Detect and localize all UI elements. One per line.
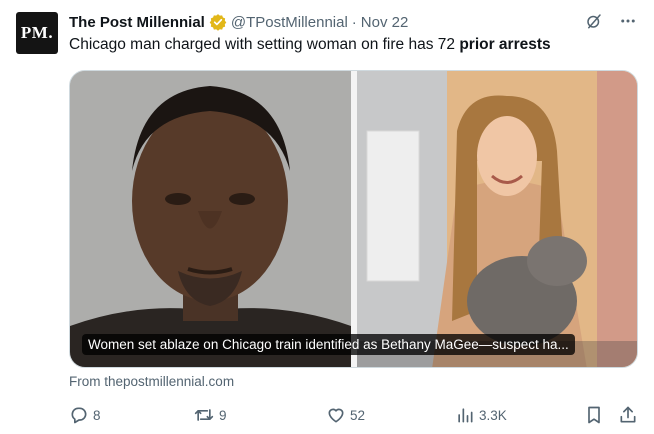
like-count: 52 xyxy=(350,407,366,423)
card-caption[interactable]: Women set ablaze on Chicago train identi… xyxy=(82,334,575,355)
author-handle[interactable]: @TPostMillennial xyxy=(231,14,348,31)
tweet-top-actions xyxy=(584,11,638,31)
avatar[interactable]: PM. xyxy=(16,12,58,54)
separator-dot: · xyxy=(351,13,357,31)
share-button[interactable] xyxy=(618,404,638,426)
tweet-text-plain: Chicago man charged with setting woman o… xyxy=(69,36,460,53)
grok-icon[interactable] xyxy=(584,11,604,31)
link-card[interactable]: Women set ablaze on Chicago train identi… xyxy=(69,70,638,368)
bookmark-button[interactable] xyxy=(584,404,604,426)
views-icon xyxy=(455,405,475,425)
reply-button[interactable]: 8 xyxy=(69,404,101,426)
views-count: 3.3K xyxy=(479,407,507,423)
tweet-actions: 8 9 52 3.3K xyxy=(69,404,638,426)
mugshot-photo xyxy=(70,71,351,367)
tweet-text: Chicago man charged with setting woman o… xyxy=(69,36,551,54)
tweet-header: The Post Millennial @TPostMillennial · N… xyxy=(69,12,408,32)
victim-photo xyxy=(357,71,637,367)
tweet-date[interactable]: Nov 22 xyxy=(361,14,409,31)
like-icon xyxy=(326,405,346,425)
repost-count: 9 xyxy=(219,407,227,423)
tweet-text-bold: prior arrests xyxy=(459,36,551,53)
like-button[interactable]: 52 xyxy=(326,404,365,426)
share-icon xyxy=(618,405,638,425)
views-button[interactable]: 3.3K xyxy=(455,404,507,426)
card-source[interactable]: From thepostmillennial.com xyxy=(69,374,234,389)
bookmark-icon xyxy=(584,405,604,425)
reply-count: 8 xyxy=(93,407,101,423)
more-icon[interactable] xyxy=(618,11,638,31)
verified-badge-icon[interactable] xyxy=(209,13,227,31)
repost-button[interactable]: 9 xyxy=(193,404,227,426)
author-name[interactable]: The Post Millennial xyxy=(69,14,205,31)
reply-icon xyxy=(69,405,89,425)
retweet-icon xyxy=(193,405,215,425)
